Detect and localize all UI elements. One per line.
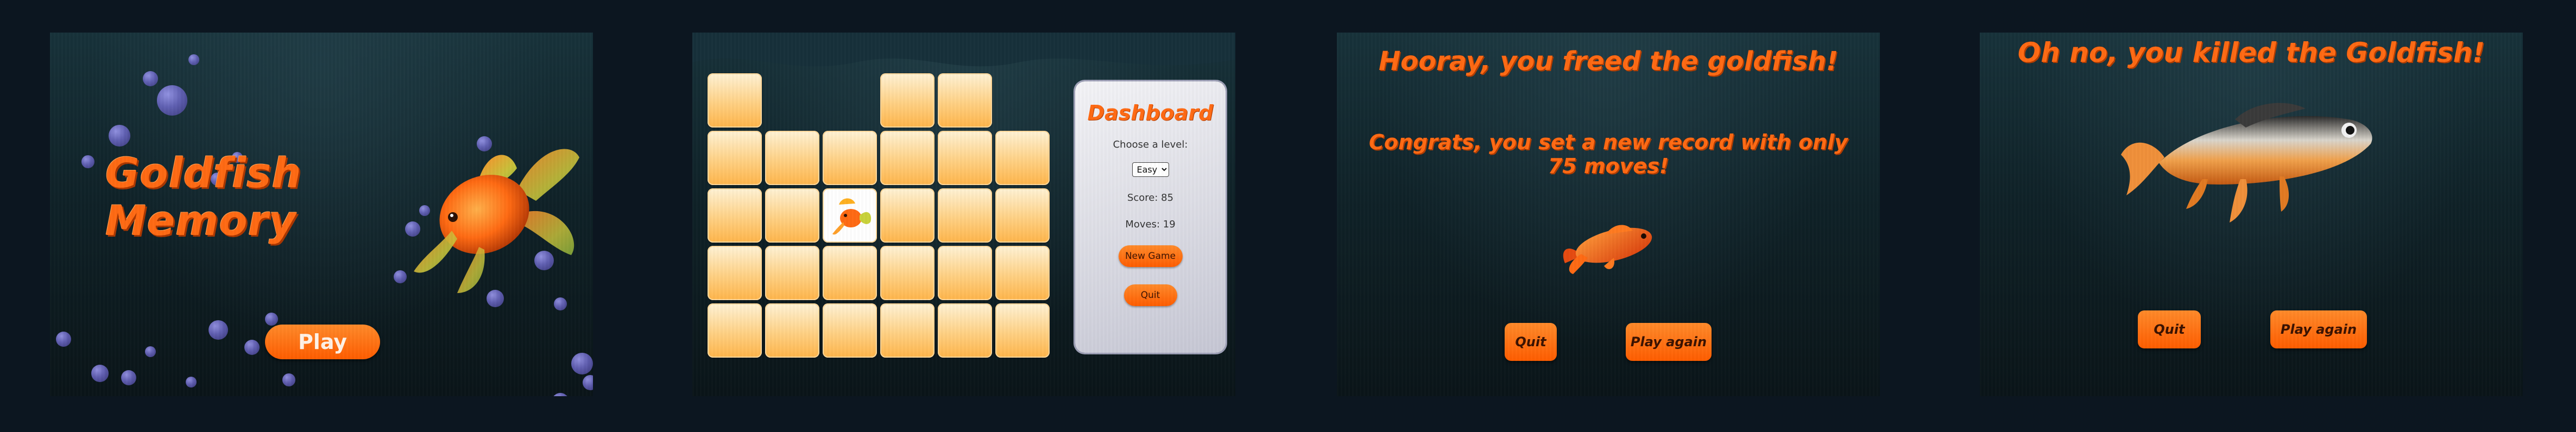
win-screen-panel: Hooray, you freed the goldfish! Congrats… bbox=[1337, 33, 1880, 396]
memory-card[interactable] bbox=[765, 131, 819, 185]
card-grid bbox=[708, 73, 1053, 366]
bubble bbox=[583, 375, 593, 390]
memory-card[interactable] bbox=[995, 246, 1050, 300]
memory-card[interactable] bbox=[995, 188, 1050, 243]
goldfish-image bbox=[414, 149, 579, 293]
memory-card[interactable] bbox=[708, 131, 762, 185]
play-button[interactable]: Play bbox=[265, 325, 380, 359]
memory-card[interactable] bbox=[880, 73, 935, 128]
memory-card[interactable] bbox=[880, 303, 935, 358]
bubble bbox=[186, 377, 197, 387]
memory-card[interactable] bbox=[823, 131, 877, 185]
bubble bbox=[209, 320, 228, 340]
new-game-button[interactable]: New Game bbox=[1118, 245, 1183, 267]
memory-card[interactable] bbox=[880, 246, 935, 300]
bubble bbox=[571, 353, 593, 374]
win-quit-button[interactable]: Quit bbox=[1505, 323, 1557, 361]
level-label: Choose a level: bbox=[1113, 139, 1188, 150]
record-message-line2: 75 moves! bbox=[1548, 154, 1669, 178]
memory-card[interactable] bbox=[880, 188, 935, 243]
dashboard-panel: Dashboard Choose a level: Easy Score: 85… bbox=[1075, 81, 1226, 353]
bubble bbox=[282, 373, 295, 386]
memory-card[interactable] bbox=[938, 73, 992, 128]
memory-card[interactable] bbox=[708, 303, 762, 358]
level-select[interactable]: Easy bbox=[1132, 162, 1169, 177]
small-goldfish-image bbox=[1563, 225, 1652, 274]
memory-card[interactable] bbox=[708, 73, 762, 128]
memory-card[interactable] bbox=[938, 303, 992, 358]
bubble bbox=[265, 313, 278, 326]
memory-card[interactable] bbox=[765, 303, 819, 358]
dashboard-title: Dashboard bbox=[1087, 101, 1214, 125]
bubble bbox=[121, 370, 136, 385]
dead-goldfish-image bbox=[2121, 103, 2372, 223]
memory-card[interactable] bbox=[765, 246, 819, 300]
game-title: Goldfish Memory bbox=[105, 149, 302, 245]
game-title-line1: Goldfish bbox=[105, 149, 302, 197]
record-message: Congrats, you set a new record with only… bbox=[1337, 130, 1880, 178]
score-display: Score: 85 bbox=[1127, 192, 1174, 204]
memory-card[interactable] bbox=[938, 188, 992, 243]
moves-display: Moves: 19 bbox=[1125, 219, 1176, 230]
memory-card[interactable] bbox=[823, 246, 877, 300]
memory-card[interactable] bbox=[995, 303, 1050, 358]
memory-card[interactable] bbox=[938, 131, 992, 185]
lose-play-again-button[interactable]: Play again bbox=[2270, 310, 2367, 348]
record-message-line1: Congrats, you set a new record with only bbox=[1369, 130, 1848, 154]
game-title-line2: Memory bbox=[105, 196, 296, 245]
bubble bbox=[109, 125, 130, 147]
bubble bbox=[81, 155, 94, 168]
bubble bbox=[145, 346, 156, 357]
quit-button[interactable]: Quit bbox=[1123, 284, 1177, 306]
goldfish-card-icon bbox=[832, 198, 872, 235]
memory-card[interactable] bbox=[995, 131, 1050, 185]
lose-headline: Oh no, you killed the Goldfish! bbox=[2017, 37, 2485, 68]
memory-card[interactable] bbox=[880, 131, 935, 185]
bubble bbox=[244, 340, 260, 355]
win-play-again-button[interactable]: Play again bbox=[1626, 323, 1712, 361]
memory-card[interactable] bbox=[938, 246, 992, 300]
memory-card-revealed[interactable] bbox=[823, 188, 877, 243]
bubble bbox=[188, 54, 199, 65]
bubble bbox=[91, 365, 109, 382]
bubble bbox=[56, 332, 71, 347]
bubble bbox=[143, 71, 158, 86]
memory-card[interactable] bbox=[765, 188, 819, 243]
bubble bbox=[552, 393, 569, 396]
start-screen-panel: Goldfish Memory Play bbox=[50, 33, 593, 396]
lose-screen-panel: Oh no, you killed the Goldfish! Quit Pla… bbox=[1980, 33, 2523, 396]
win-headline: Hooray, you freed the goldfish! bbox=[1378, 46, 1839, 77]
memory-card[interactable] bbox=[823, 303, 877, 358]
memory-card[interactable] bbox=[708, 246, 762, 300]
bubble bbox=[157, 85, 187, 116]
memory-card[interactable] bbox=[708, 188, 762, 243]
game-board-panel: Dashboard Choose a level: Easy Score: 85… bbox=[692, 33, 1235, 396]
lose-quit-button[interactable]: Quit bbox=[2138, 310, 2201, 348]
